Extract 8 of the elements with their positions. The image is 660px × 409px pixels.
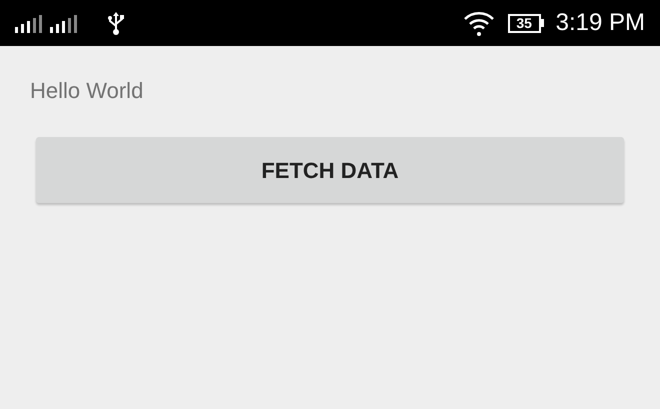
battery-indicator: 35 — [508, 14, 544, 32]
wifi-icon — [462, 10, 495, 36]
clock: 3:19 PM — [556, 8, 645, 38]
signal-icon — [15, 13, 45, 33]
fetch-data-button[interactable]: FETCH DATA — [36, 137, 624, 203]
signal-icon — [50, 13, 80, 33]
usb-icon — [106, 10, 126, 36]
greeting-text: Hello World — [30, 78, 144, 103]
